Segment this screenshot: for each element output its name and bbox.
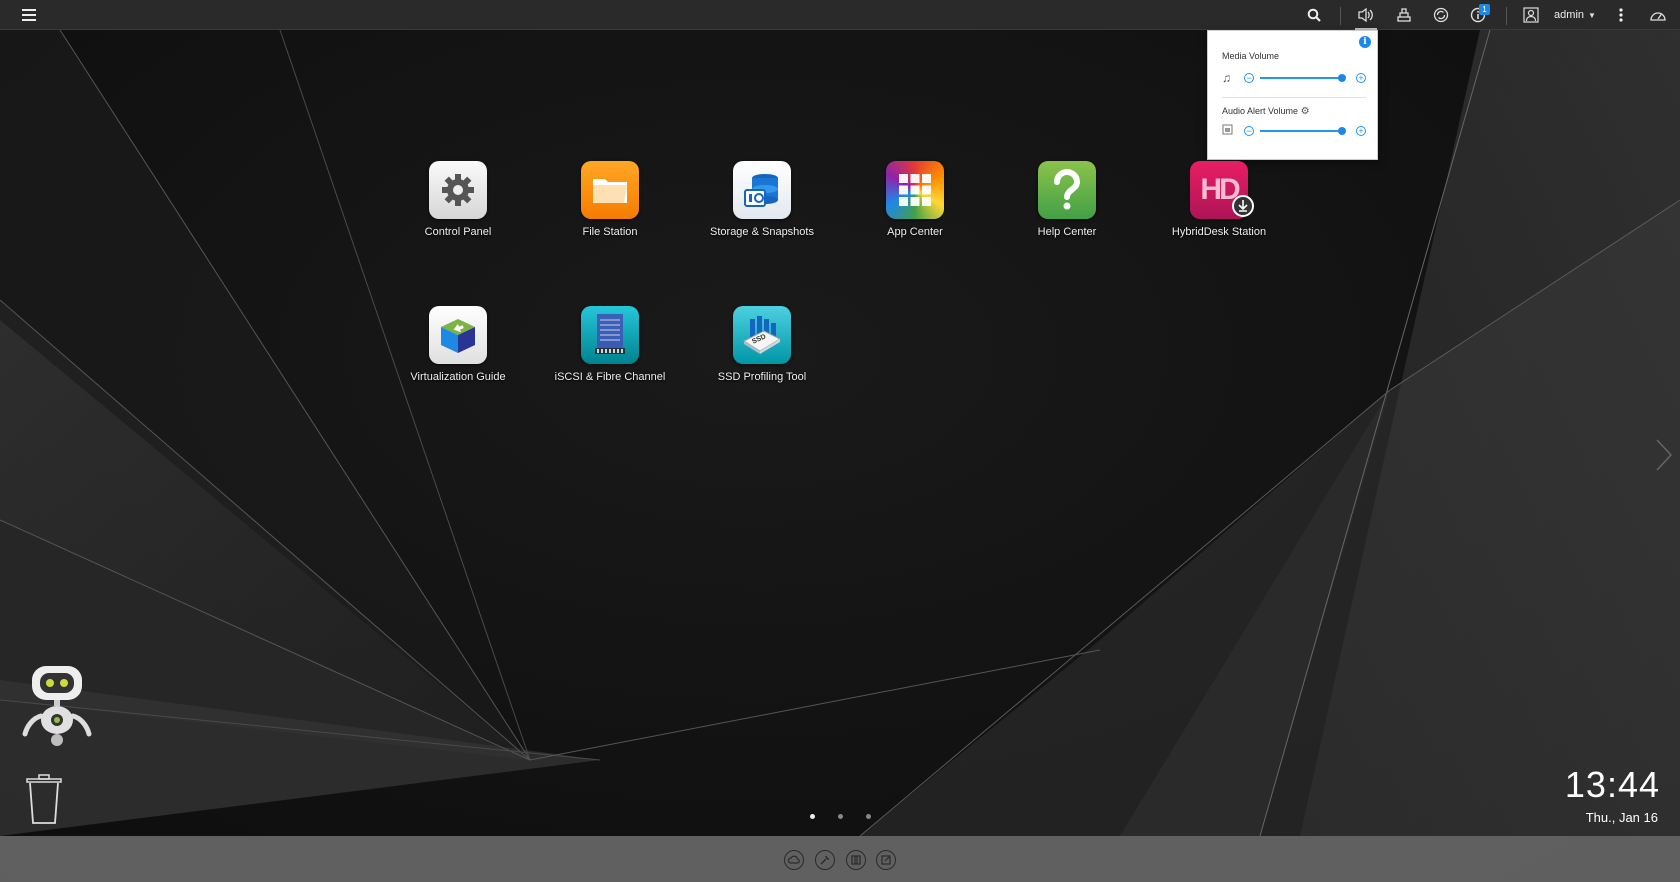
info-icon[interactable]: i <box>1359 36 1371 48</box>
more-options-icon[interactable] <box>1610 0 1632 30</box>
app-label: App Center <box>887 226 943 238</box>
popup-divider <box>1222 97 1366 98</box>
dock-myqnapcloud-icon[interactable] <box>784 850 804 870</box>
bottom-dock <box>0 836 1680 882</box>
media-volume-slider-handle[interactable] <box>1338 74 1346 82</box>
media-volume-decrease-button[interactable]: − <box>1244 73 1254 83</box>
user-avatar-icon[interactable] <box>1520 0 1542 30</box>
page-dot-2[interactable] <box>838 814 843 819</box>
speaker-device-icon <box>1222 123 1236 139</box>
topbar-divider <box>1506 7 1507 25</box>
app-label: Help Center <box>1037 226 1097 238</box>
notification-badge: 1 <box>1479 4 1490 15</box>
gear-icon <box>429 161 487 219</box>
app-help-center[interactable]: Help Center <box>997 161 1137 251</box>
app-label: iSCSI & Fibre Channel <box>554 371 666 383</box>
server-rack-icon <box>581 306 639 364</box>
alert-volume-label-row: Audio Alert Volume ⚙ <box>1222 106 1310 117</box>
desktop-wallpaper-lines <box>0 29 1680 837</box>
user-menu[interactable]: admin ▼ <box>1552 0 1598 30</box>
app-grid-icon <box>886 161 944 219</box>
clock-time: 13:44 <box>1564 764 1660 805</box>
dock-notes-icon[interactable] <box>876 850 896 870</box>
hd-icon: HD <box>1190 161 1254 219</box>
alert-volume-slider-handle[interactable] <box>1338 127 1346 135</box>
app-label: SSD Profiling Tool <box>717 371 807 383</box>
media-volume-increase-button[interactable]: + <box>1356 73 1366 83</box>
media-volume-row: ♫ − + <box>1222 70 1367 86</box>
app-control-panel[interactable]: Control Panel <box>388 161 528 251</box>
background-tasks-icon[interactable] <box>1392 0 1416 30</box>
dashboard-gauge-icon[interactable] <box>1646 0 1670 30</box>
page-dot-3[interactable] <box>866 814 871 819</box>
alert-volume-label: Audio Alert Volume <box>1222 106 1299 116</box>
app-label: Virtualization Guide <box>410 371 506 383</box>
app-hybriddesk-station[interactable]: HD HybridDesk Station <box>1149 161 1289 251</box>
storage-icon <box>733 161 791 219</box>
clock-date: Thu., Jan 16 <box>1585 810 1658 825</box>
media-volume-label: Media Volume <box>1222 51 1280 61</box>
sync-icon[interactable] <box>1429 0 1453 30</box>
music-note-icon: ♫ <box>1222 71 1231 85</box>
caret-down-icon: ▼ <box>1588 10 1596 20</box>
top-bar: 1 admin ▼ <box>0 0 1680 30</box>
app-storage-snapshots[interactable]: Storage & Snapshots <box>692 161 832 251</box>
page-dot-1[interactable] <box>810 814 815 819</box>
app-label: HybridDesk Station <box>1171 226 1267 238</box>
alert-volume-decrease-button[interactable]: − <box>1244 126 1254 136</box>
cube-icon <box>429 306 487 364</box>
media-volume-slider[interactable] <box>1260 77 1342 79</box>
alert-volume-slider[interactable] <box>1260 130 1342 132</box>
app-ssd-profiling-tool[interactable]: SSD SSD Profiling Tool <box>692 306 832 396</box>
app-app-center[interactable]: App Center <box>845 161 985 251</box>
gear-icon[interactable]: ⚙ <box>1301 106 1310 117</box>
download-icon <box>1232 195 1254 217</box>
username-label: admin <box>1554 9 1585 21</box>
ssd-icon: SSD <box>733 306 791 364</box>
app-label: Control Panel <box>424 226 492 238</box>
volume-icon[interactable] <box>1354 0 1378 30</box>
app-file-station[interactable]: File Station <box>540 161 680 251</box>
trash-icon[interactable] <box>24 774 64 826</box>
notifications-icon[interactable]: 1 <box>1465 0 1491 30</box>
alert-volume-row: − + <box>1222 123 1367 139</box>
app-virtualization-guide[interactable]: Virtualization Guide <box>388 306 528 396</box>
dock-columns-icon[interactable] <box>846 850 866 870</box>
next-page-arrow-icon[interactable] <box>1654 438 1674 472</box>
search-icon[interactable] <box>1302 0 1326 30</box>
app-label: File Station <box>582 226 638 238</box>
dock-tools-icon[interactable] <box>815 850 835 870</box>
question-icon <box>1038 161 1096 219</box>
main-menu-icon[interactable] <box>16 0 42 30</box>
app-label: Storage & Snapshots <box>710 226 814 238</box>
helpdesk-robot-icon[interactable] <box>20 664 96 750</box>
volume-popup: i Media Volume ♫ − + Audio Alert Volume … <box>1207 30 1378 160</box>
topbar-divider <box>1340 7 1341 25</box>
alert-volume-increase-button[interactable]: + <box>1356 126 1366 136</box>
app-iscsi-fibre-channel[interactable]: iSCSI & Fibre Channel <box>540 306 680 396</box>
folder-icon <box>581 161 639 219</box>
